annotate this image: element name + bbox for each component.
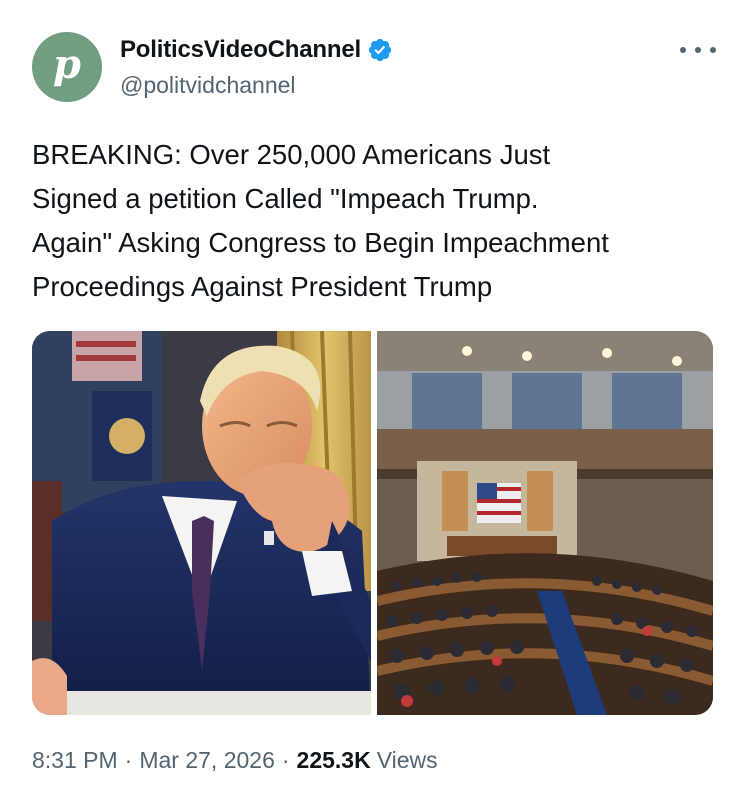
photo-house-chamber-graphic — [377, 331, 713, 715]
more-dot — [680, 47, 686, 53]
photo-house-chamber[interactable] — [377, 331, 713, 715]
avatar-letter: p — [53, 41, 81, 88]
photo-man-in-suit-graphic — [32, 331, 371, 715]
avatar[interactable]: p — [32, 32, 102, 102]
views-count[interactable]: 225.3K — [297, 747, 371, 774]
tweet-date[interactable]: Mar 27, 2026 — [139, 747, 275, 774]
views-label: Views — [376, 747, 438, 773]
meta-separator: · — [281, 747, 290, 773]
more-dot — [695, 47, 701, 53]
photo-man-in-suit[interactable] — [32, 331, 371, 715]
author-name-row: PoliticsVideoChannel — [120, 36, 393, 64]
tweet-text: BREAKING: Over 250,000 Americans Just Si… — [32, 139, 609, 302]
meta-separator: · — [124, 747, 133, 773]
tweet-meta: 8:31 PM · Mar 27, 2026 · 225.3K Views — [32, 747, 438, 774]
tweet-time[interactable]: 8:31 PM — [32, 747, 118, 774]
verified-badge-icon — [368, 38, 392, 62]
author-display-name[interactable]: PoliticsVideoChannel — [120, 36, 361, 64]
more-dot — [710, 47, 716, 53]
more-horizontal-icon[interactable] — [680, 40, 716, 60]
author-handle[interactable]: @politvidchannel — [120, 72, 296, 99]
media-grid[interactable] — [32, 331, 713, 715]
